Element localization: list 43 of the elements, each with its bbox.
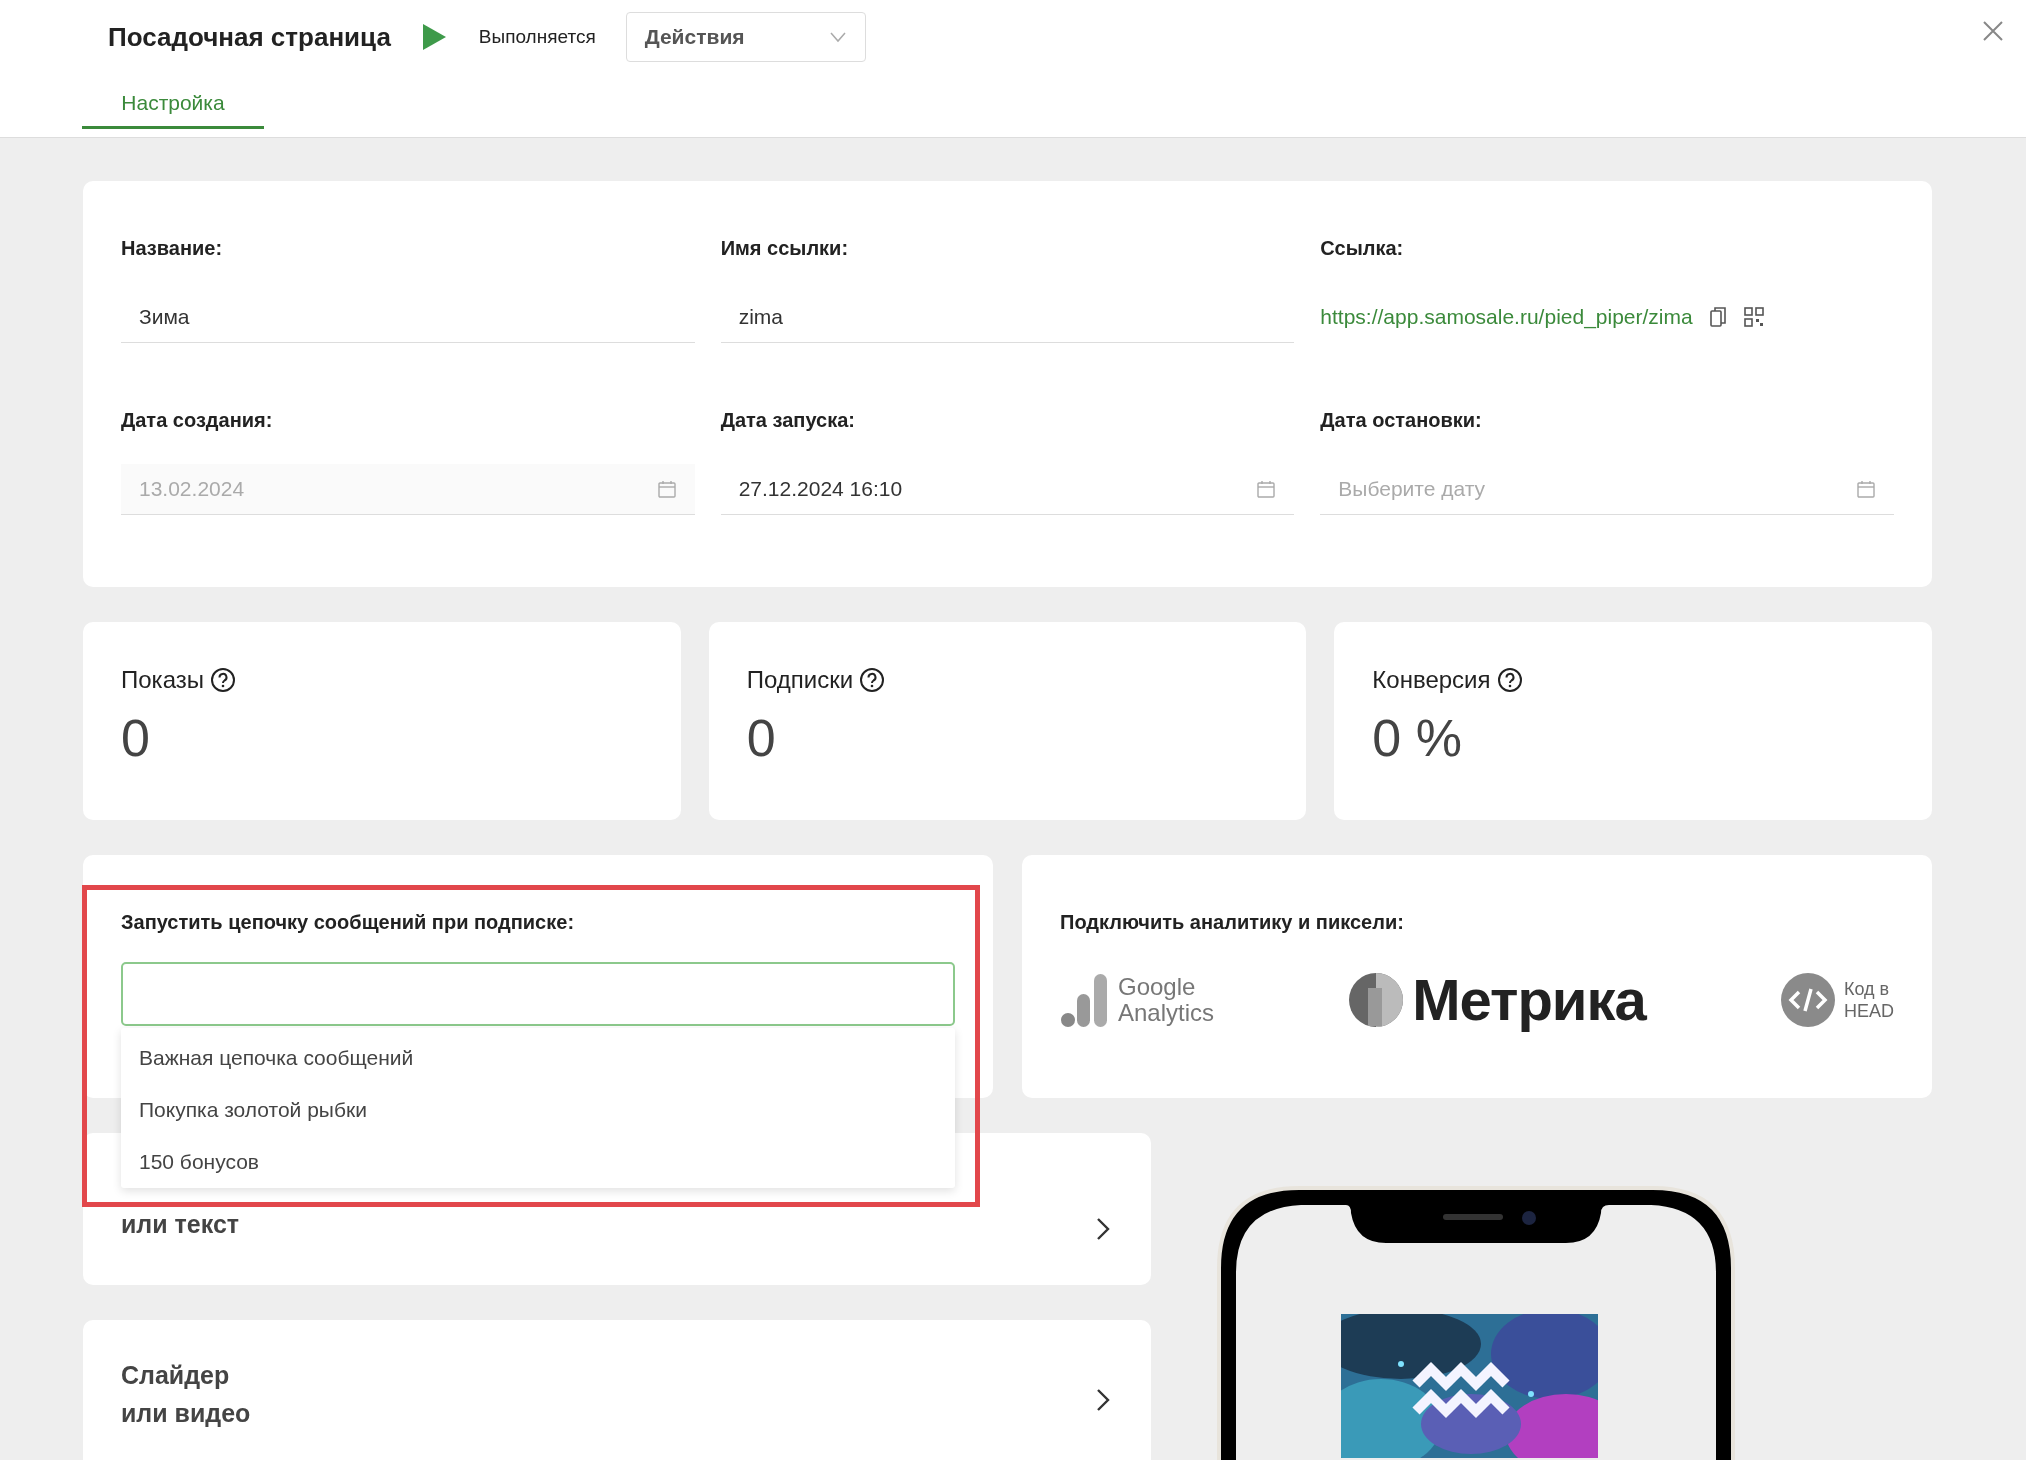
- metrika-logo[interactable]: Метрика: [1348, 966, 1646, 1033]
- chain-select-field[interactable]: [121, 962, 955, 1026]
- actions-dropdown[interactable]: Действия: [625, 12, 866, 62]
- close-icon[interactable]: [1982, 20, 2004, 42]
- stat-value: 0: [746, 708, 777, 768]
- field-label: Название:: [121, 237, 224, 260]
- section-title: или текст: [121, 1209, 240, 1240]
- stat-label: Показы: [121, 666, 204, 694]
- text-field[interactable]: Зима: [121, 292, 695, 343]
- stat-label: Подписки: [746, 666, 854, 694]
- dropdown-option[interactable]: Важная цепочка сообщений: [121, 1032, 955, 1084]
- dropdown-option[interactable]: Покупка золотой рыбки: [121, 1084, 955, 1136]
- field-label: Подключить аналитику и пиксели:: [1060, 911, 1405, 934]
- field-label: Имя ссылки:: [720, 237, 850, 260]
- section-card[interactable]: Слайдер или видео: [83, 1320, 1151, 1460]
- help-icon[interactable]: [1496, 667, 1523, 693]
- dropdown-option[interactable]: 150 бонусов: [121, 1136, 955, 1188]
- date-field[interactable]: 27.12.2024 16:10: [720, 464, 1295, 515]
- field-label: Дата запуска:: [720, 409, 856, 432]
- section-title: Слайдер или видео: [121, 1360, 251, 1429]
- google-analytics-logo[interactable]: Google Analytics: [1060, 971, 1215, 1028]
- text-field[interactable]: zima: [720, 292, 1295, 343]
- stat-value: 0 %: [1372, 708, 1463, 768]
- date-value: 13.02.2024: [139, 477, 245, 501]
- field-label: Ссылка:: [1320, 237, 1405, 260]
- copy-icon[interactable]: [1708, 306, 1727, 328]
- date-value: 27.12.2024 16:10: [738, 477, 903, 501]
- stat-label: Конверсия: [1372, 666, 1491, 694]
- field-label: Дата создания:: [121, 409, 274, 432]
- qr-code-icon[interactable]: [1742, 306, 1765, 328]
- field-label: Запустить цепочку сообщений при подписке:: [121, 911, 576, 934]
- stat-value: 0: [121, 708, 151, 768]
- play-icon[interactable]: [420, 23, 447, 51]
- tab[interactable]: Настройка: [82, 80, 264, 129]
- help-icon[interactable]: [859, 667, 886, 693]
- head-code-logo[interactable]: Код в HEAD: [1780, 971, 1894, 1028]
- help-icon[interactable]: [209, 667, 236, 693]
- page-title: Посадочная страница: [108, 21, 391, 53]
- date-placeholder: Выберите дату: [1338, 477, 1486, 501]
- field-label: Дата остановки:: [1320, 409, 1483, 432]
- page-link[interactable]: https://app.samosale.ru/pied_piper/zima: [1320, 305, 1693, 329]
- chevron-down-icon: [828, 31, 847, 43]
- status-label: Выполняется: [478, 26, 596, 48]
